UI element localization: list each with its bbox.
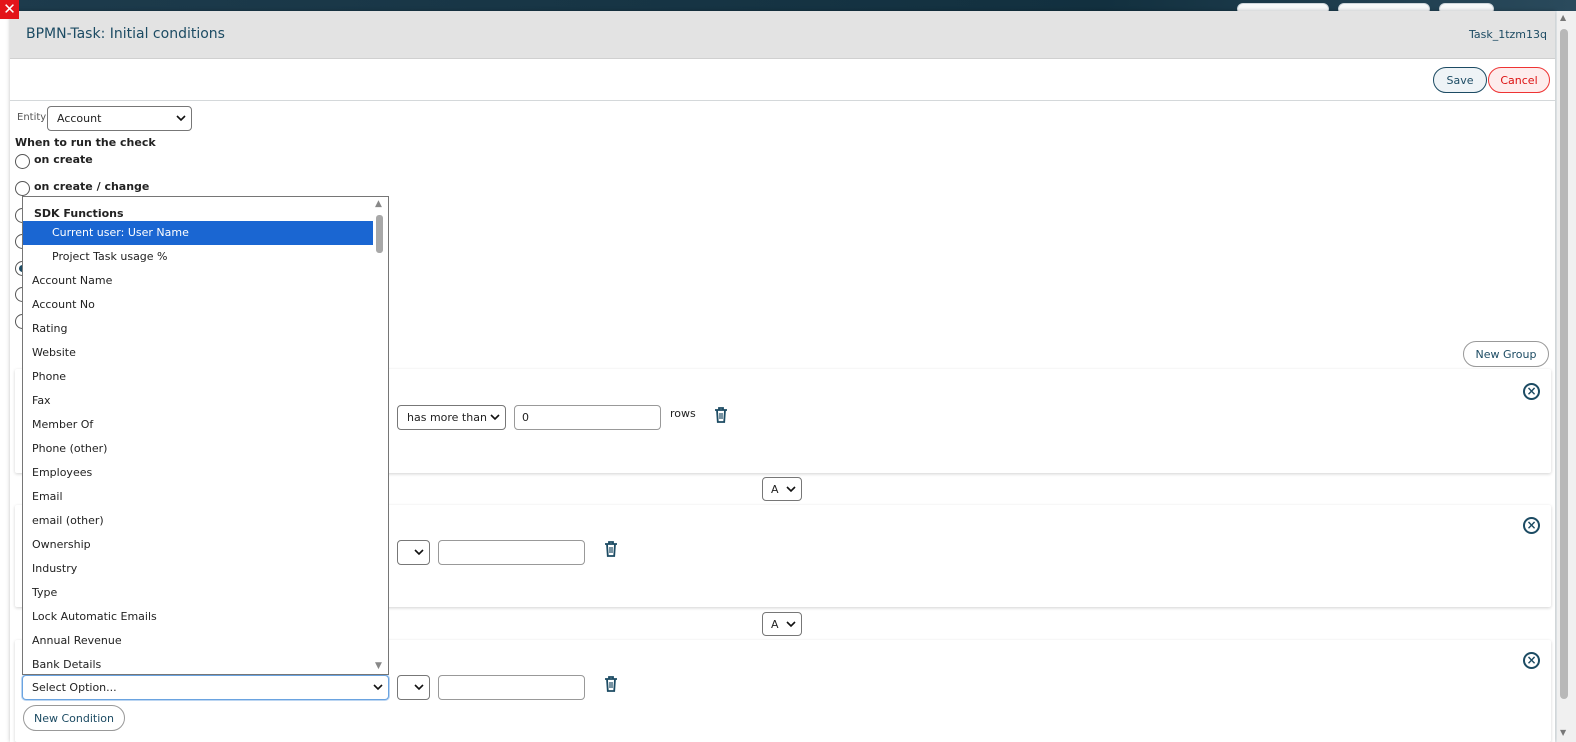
dialog-toolbar: Save Cancel bbox=[10, 59, 1555, 101]
scroll-up-icon[interactable]: ▲ bbox=[375, 199, 382, 209]
dropdown-option[interactable]: Website bbox=[23, 341, 374, 365]
connector-value: A bbox=[771, 482, 779, 496]
field-dropdown-list[interactable]: SDK Functions Current user: User Name Pr… bbox=[22, 196, 389, 675]
operator-select[interactable] bbox=[397, 675, 430, 700]
dropdown-option[interactable]: Employees bbox=[23, 461, 374, 485]
chevron-down-icon bbox=[414, 549, 424, 556]
dropdown-option[interactable]: Annual Revenue bbox=[23, 629, 374, 653]
dropdown-option-selected[interactable]: Current user: User Name bbox=[23, 221, 374, 245]
dropdown-option[interactable]: Phone (other) bbox=[23, 437, 374, 461]
value-input[interactable]: 0 bbox=[514, 405, 661, 430]
close-icon[interactable]: ✕ bbox=[0, 0, 19, 19]
dropdown-option[interactable]: Project Task usage % bbox=[23, 245, 374, 269]
new-group-button[interactable]: New Group bbox=[1463, 341, 1549, 367]
operator-value: has more than bbox=[407, 411, 487, 424]
field-select[interactable]: Select Option... bbox=[22, 675, 389, 700]
value-input[interactable] bbox=[438, 540, 585, 565]
dropdown-option[interactable]: Bank Details bbox=[23, 653, 374, 674]
entity-value: Account bbox=[57, 112, 102, 125]
background-app-sidebar bbox=[0, 11, 10, 742]
remove-group-icon[interactable]: × bbox=[1523, 652, 1540, 669]
connector-value: A bbox=[771, 617, 779, 631]
rows-label: rows bbox=[670, 407, 696, 420]
dropdown-option[interactable]: Account No bbox=[23, 293, 374, 317]
dropdown-option[interactable]: Lock Automatic Emails bbox=[23, 605, 374, 629]
entity-select[interactable]: Account bbox=[47, 106, 192, 131]
dropdown-group-label: SDK Functions bbox=[34, 207, 124, 220]
trash-icon[interactable] bbox=[714, 407, 728, 423]
radio-label: on create / change bbox=[34, 180, 150, 193]
chevron-down-icon bbox=[414, 684, 424, 691]
radio-icon[interactable] bbox=[15, 181, 30, 196]
scroll-up-icon[interactable]: ▲ bbox=[1560, 13, 1566, 22]
dialog-header: BPMN-Task: Initial conditions Task_1tzm1… bbox=[10, 11, 1555, 59]
scroll-down-icon[interactable]: ▼ bbox=[1560, 728, 1566, 737]
radio-on-create[interactable]: on create bbox=[15, 153, 93, 169]
chevron-down-icon bbox=[176, 115, 186, 122]
radio-on-create-change[interactable]: on create / change bbox=[15, 180, 150, 196]
dropdown-options: SDK Functions Current user: User Name Pr… bbox=[23, 197, 374, 674]
chevron-down-icon bbox=[786, 486, 796, 493]
chevron-down-icon bbox=[490, 414, 500, 421]
save-button[interactable]: Save bbox=[1433, 67, 1487, 93]
scroll-down-icon[interactable]: ▼ bbox=[375, 661, 382, 671]
dialog-scrollbar[interactable]: ▲ ▼ bbox=[1557, 11, 1576, 742]
operator-select[interactable]: has more than bbox=[397, 405, 506, 430]
entity-label: Entity bbox=[17, 112, 47, 123]
dropdown-option[interactable]: Rating bbox=[23, 317, 374, 341]
scroll-thumb[interactable] bbox=[1560, 29, 1568, 699]
operator-select[interactable] bbox=[397, 540, 430, 565]
radio-icon[interactable] bbox=[15, 154, 30, 169]
cancel-button[interactable]: Cancel bbox=[1488, 67, 1550, 93]
new-condition-button[interactable]: New Condition bbox=[23, 705, 125, 731]
value-input[interactable] bbox=[438, 675, 585, 700]
dropdown-scroll-thumb[interactable] bbox=[376, 215, 383, 253]
trash-icon[interactable] bbox=[604, 676, 618, 692]
dropdown-option[interactable]: Member Of bbox=[23, 413, 374, 437]
dropdown-option[interactable]: Email bbox=[23, 485, 374, 509]
dropdown-option[interactable]: email (other) bbox=[23, 509, 374, 533]
dropdown-option[interactable]: Type bbox=[23, 581, 374, 605]
dropdown-option[interactable]: Account Name bbox=[23, 269, 374, 293]
dropdown-option[interactable]: Phone bbox=[23, 365, 374, 389]
chevron-down-icon bbox=[786, 621, 796, 628]
radio-label: on create bbox=[34, 153, 93, 166]
and-or-select[interactable]: A bbox=[762, 477, 802, 501]
and-or-select[interactable]: A bbox=[762, 612, 802, 636]
dropdown-scrollbar[interactable]: ▲ ▼ bbox=[373, 197, 388, 674]
field-placeholder: Select Option... bbox=[32, 681, 117, 694]
chevron-down-icon bbox=[373, 684, 383, 691]
remove-group-icon[interactable]: × bbox=[1523, 517, 1540, 534]
dropdown-option[interactable]: Ownership bbox=[23, 533, 374, 557]
trash-icon[interactable] bbox=[604, 541, 618, 557]
dialog-title: BPMN-Task: Initial conditions bbox=[26, 26, 225, 42]
dropdown-option[interactable]: Industry bbox=[23, 557, 374, 581]
dropdown-option[interactable]: Fax bbox=[23, 389, 374, 413]
remove-group-icon[interactable]: × bbox=[1523, 383, 1540, 400]
task-id: Task_1tzm13q bbox=[1468, 28, 1547, 41]
when-label: When to run the check bbox=[15, 136, 156, 149]
